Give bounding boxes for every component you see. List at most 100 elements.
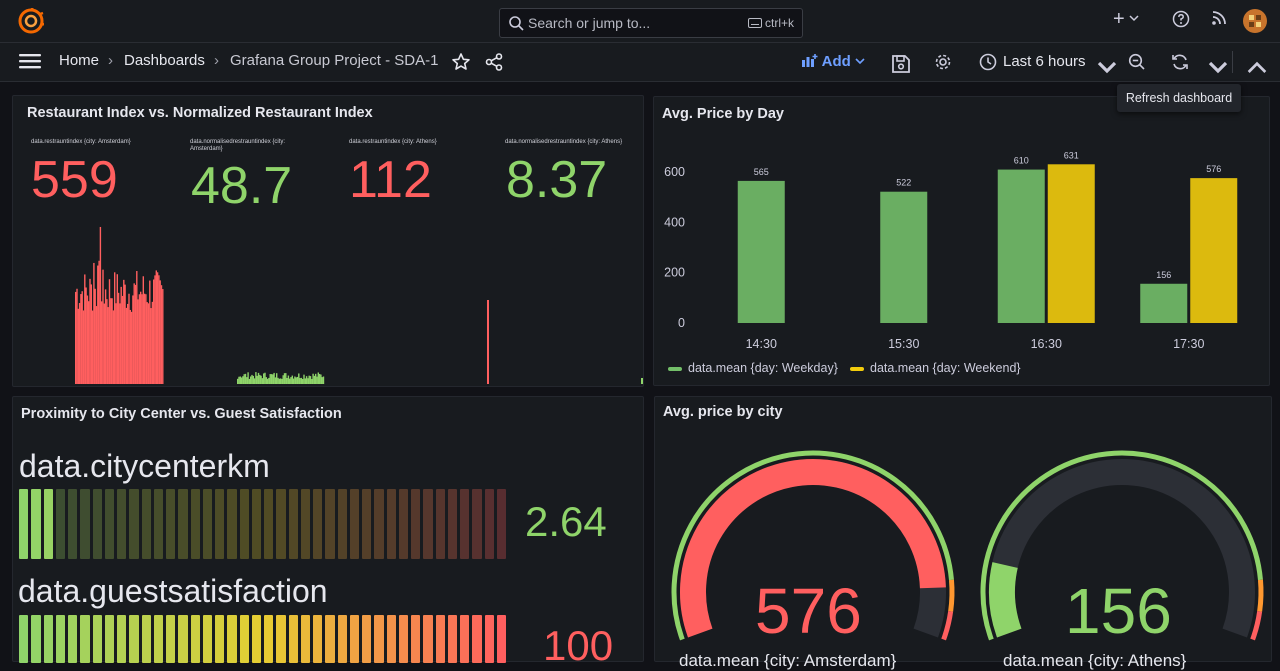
sparkline-bar — [142, 276, 144, 384]
panel-restaurant-index[interactable]: Restaurant Index vs. Normalized Restaura… — [12, 95, 644, 387]
sparkline-bar — [94, 288, 96, 384]
zoom-out-icon[interactable] — [1127, 52, 1147, 72]
add-button[interactable]: Add — [802, 53, 865, 70]
sparkline-bar — [133, 283, 135, 384]
help-icon[interactable] — [1172, 10, 1190, 28]
bar[interactable] — [997, 169, 1045, 323]
bar-gauge-segment — [362, 615, 372, 663]
settings-gear-icon[interactable] — [933, 52, 953, 72]
sparkline-bar — [298, 373, 300, 384]
bar-gauge-segment — [264, 615, 274, 663]
sparkline-amsterdam-index — [75, 226, 164, 384]
sparkline-athens-index — [487, 300, 489, 384]
bar-gauge-segment — [288, 615, 298, 663]
sparkline-bar — [98, 260, 100, 384]
sparkline-bar — [311, 378, 313, 384]
y-tick-label: 200 — [664, 266, 685, 280]
legend-weekend[interactable]: data.mean {day: Weekend} — [850, 361, 1021, 375]
sparkline-bar — [313, 375, 316, 384]
sparkline-bar — [238, 376, 240, 384]
legend-weekday[interactable]: data.mean {day: Weekday} — [668, 361, 838, 375]
breadcrumb-dashboards[interactable]: Dashboards — [124, 52, 205, 69]
sparkline-bar — [299, 378, 301, 384]
sparkline-bar — [281, 378, 283, 384]
user-avatar[interactable] — [1243, 9, 1267, 33]
sparkline-bar — [302, 378, 304, 384]
bar-gauge-segment — [251, 615, 261, 663]
refresh-icon[interactable] — [1170, 52, 1190, 72]
bar-gauge-segment — [141, 615, 151, 663]
bar[interactable] — [880, 191, 928, 323]
bar-gauge-segment — [374, 615, 384, 663]
bar[interactable] — [1047, 164, 1095, 323]
bar[interactable] — [1190, 178, 1238, 323]
sparkline-bar — [151, 301, 154, 384]
sparkline-bar — [84, 274, 86, 384]
sparkline-bar — [80, 294, 82, 384]
sparkline-bar — [108, 279, 111, 384]
bar-gauge-segment — [472, 489, 482, 559]
bar[interactable] — [737, 180, 785, 323]
bar-gauge-segment — [276, 489, 286, 559]
shortcut-text: ctrl+k — [764, 16, 794, 30]
sparkline-bar — [246, 377, 248, 384]
sparkline-bar — [117, 292, 120, 384]
x-tick-label: 17:30 — [1173, 337, 1204, 351]
star-icon[interactable] — [451, 52, 471, 72]
sparkline-bar — [296, 376, 299, 384]
bar-gauge-segment — [239, 615, 249, 663]
panel-avg-price-by-day[interactable]: Avg. Price by Day 0 200 400 600 14:30 565 15:3… — [653, 96, 1270, 386]
bar-gauge-citycenter — [19, 489, 509, 559]
sparklines — [75, 226, 643, 384]
sparkline-bar — [143, 293, 146, 384]
time-range-picker[interactable]: Last 6 hours — [1003, 53, 1086, 70]
menu-icon[interactable] — [19, 53, 41, 69]
chevron-down-icon[interactable] — [1097, 57, 1117, 77]
new-button[interactable]: + — [1113, 9, 1139, 30]
bar-gauge-segment — [166, 489, 176, 559]
bar[interactable] — [1140, 283, 1188, 323]
stat-label: data.normalisedrestrauntindex {city: Ath… — [505, 139, 623, 145]
chevron-down-icon — [855, 58, 865, 65]
bar-gauge-segment — [43, 615, 53, 663]
bar-gauge-segment — [129, 615, 139, 663]
bar-gauge-segment — [398, 489, 408, 559]
dashboard-nav-bar: Home › Dashboards › Grafana Group Projec… — [0, 43, 1280, 82]
bar-gauge-satisfaction — [19, 615, 509, 663]
breadcrumb-home[interactable]: Home — [59, 52, 99, 69]
bar-gauge-segment — [300, 615, 310, 663]
sparkline-athens-normalized — [641, 378, 643, 384]
sparkline-bar — [257, 372, 260, 384]
save-icon[interactable] — [891, 54, 911, 74]
sparkline-bar — [102, 269, 104, 384]
sparkline-bar — [145, 294, 147, 384]
panel-avg-price-by-city[interactable]: Avg. price by city 576 data.mean {city: … — [654, 396, 1272, 670]
sparkline-bar — [162, 289, 164, 384]
stat-label: data.restrauntindex {city: Athens} — [349, 139, 437, 145]
gauge-value: 156 — [1065, 575, 1172, 647]
panel-proximity[interactable]: Proximity to City Center vs. Guest Satis… — [12, 396, 644, 667]
bar-gauge-segment — [447, 615, 457, 663]
bar-gauge-segment — [227, 489, 237, 559]
bar-gauge-segment — [215, 615, 225, 663]
sparkline-bar — [82, 310, 85, 384]
bar-value-label: 156 — [1156, 270, 1171, 280]
sparkline-bar — [309, 376, 312, 384]
search-input[interactable]: Search or jump to... ctrl+k — [499, 8, 803, 38]
share-icon[interactable] — [484, 52, 504, 72]
bar-gauge-segment — [92, 615, 102, 663]
grafana-logo-icon[interactable] — [18, 8, 44, 34]
sparkline-bar — [307, 378, 309, 384]
clock-icon — [979, 53, 997, 71]
chevron-down-icon[interactable] — [1208, 57, 1228, 77]
bar-gauge-segment — [166, 615, 176, 663]
bar-gauge-segment — [153, 615, 163, 663]
news-feed-icon[interactable] — [1211, 10, 1227, 26]
bar-gauge-segment — [398, 615, 408, 663]
bar-gauge-segment — [362, 489, 372, 559]
chevron-up-icon[interactable] — [1247, 57, 1267, 77]
sparkline-bar — [305, 376, 308, 384]
bar-gauge-segment — [129, 489, 139, 559]
sparkline-bar — [285, 373, 287, 384]
sparkline-bar — [158, 275, 160, 384]
